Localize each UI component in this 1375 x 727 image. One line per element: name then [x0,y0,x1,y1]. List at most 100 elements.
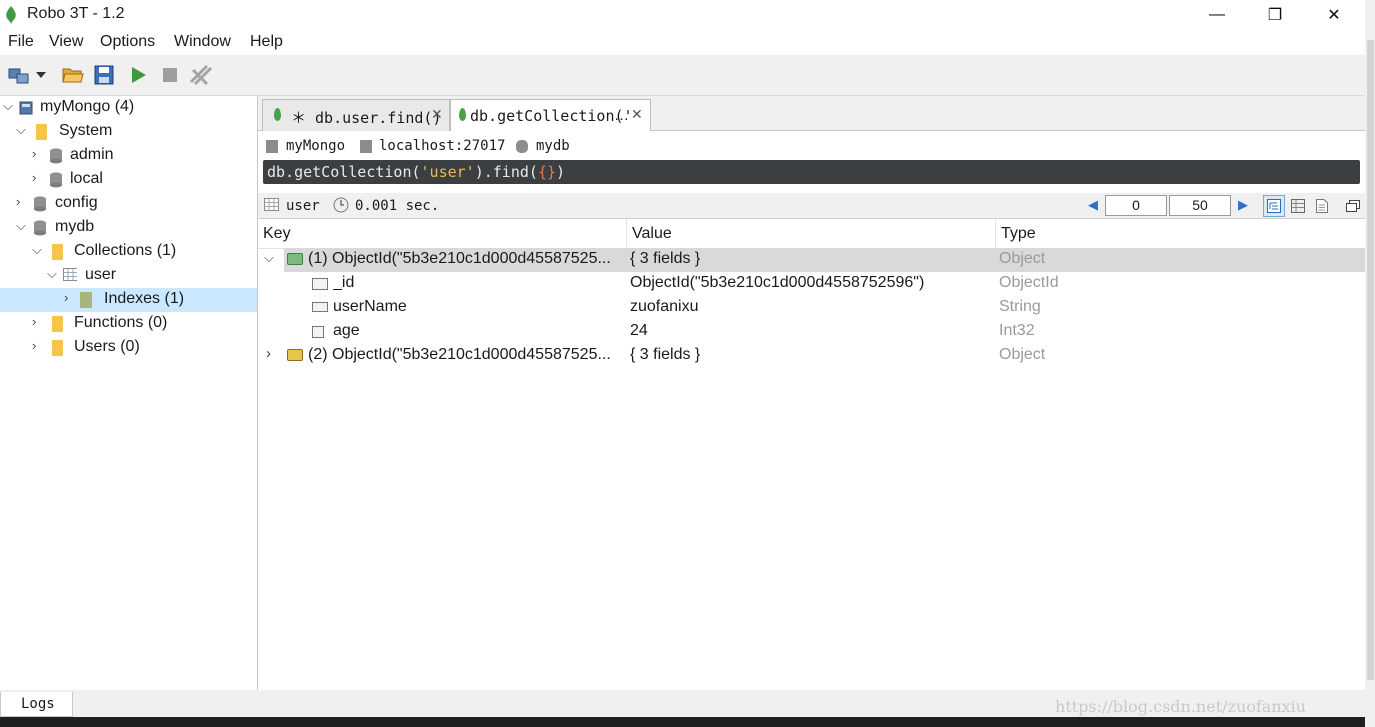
result-tree-table: Key Value Type ⌵ (1) ObjectId("5b3e210c1… [258,219,1365,690]
cell-type: Object [999,250,1046,267]
window-scroll-thumb[interactable] [1367,40,1374,680]
menu-options[interactable]: Options [100,33,155,51]
maximize-results-button[interactable] [1342,195,1364,217]
tab-ellipsis: … [614,107,629,124]
mongodb-leaf-icon [274,108,281,121]
logs-tab[interactable]: Logs [0,692,73,717]
database-icon [50,148,62,164]
menu-file[interactable]: File [8,33,34,51]
explorer-tree: ⌵ myMongo (4) ⌵ System › admin › local ›… [0,96,258,690]
page-prev-icon[interactable]: ◀ [1088,197,1098,213]
chevron-down-icon[interactable]: ⌵ [264,250,274,266]
title-bar: Robo 3T - 1.2 — ❐ ✕ [0,0,1365,30]
tree-item-user[interactable]: ⌵ user [0,264,257,288]
query-mid: ).find( [474,163,538,181]
tree-item-users[interactable]: › Users (0) [0,336,257,360]
open-button[interactable] [61,63,85,87]
cell-key: age [333,322,360,339]
logs-label: Logs [21,696,55,712]
close-icon[interactable]: ✕ [431,106,443,123]
tree-label-user: user [85,266,117,283]
table-view-icon [1291,199,1305,213]
connect-button[interactable] [7,63,31,87]
tab-get-collection[interactable]: db.getCollection(' … ✕ [450,99,651,132]
chevron-right-icon[interactable]: › [16,194,20,209]
folder-icon [52,340,63,356]
tree-item-server[interactable]: ⌵ myMongo (4) [0,96,257,120]
table-header: Key Value Type [258,219,1365,249]
query-collection-string: 'user' [420,163,475,181]
stop-button[interactable] [158,63,182,87]
chevron-down-icon[interactable]: ⌵ [16,122,26,138]
tree-item-local[interactable]: › local [0,168,257,192]
table-row[interactable]: › (2) ObjectId("5b3e210c1d000d45587525..… [258,344,1365,368]
clock-icon [333,197,349,213]
index-folder-icon [80,292,92,308]
skip-input[interactable]: 0 [1105,195,1167,216]
table-row[interactable]: ⌵ (1) ObjectId("5b3e210c1d000d45587525..… [258,248,1365,272]
column-header-type[interactable]: Type [996,219,1365,248]
tree-item-config[interactable]: › config [0,192,257,216]
tree-item-system[interactable]: ⌵ System [0,120,257,144]
query-input[interactable]: db.getCollection('user').find({}) [263,160,1360,184]
database-icon [34,220,46,236]
server-icon [19,101,33,115]
chevron-right-icon[interactable]: › [32,146,36,161]
crumb-host: localhost:27017 [379,138,506,154]
tree-item-collections[interactable]: ⌵ Collections (1) [0,240,257,264]
execute-button[interactable] [127,63,151,87]
page-next-icon[interactable]: ▶ [1238,197,1248,213]
tree-item-indexes[interactable]: › Indexes (1) [0,288,257,312]
cell-type: ObjectId [999,274,1059,291]
tree-item-admin[interactable]: › admin [0,144,257,168]
limit-input[interactable]: 50 [1169,195,1231,216]
tree-view-button[interactable] [1263,195,1285,217]
folder-icon [36,124,47,140]
save-button[interactable] [92,63,116,87]
restore-icon: ❐ [1267,7,1283,24]
tree-label-system: System [59,122,113,139]
cell-key: userName [333,298,407,315]
column-header-key[interactable]: Key [258,219,627,248]
explain-icon [189,64,213,86]
tree-item-mydb[interactable]: ⌵ mydb [0,216,257,240]
objectid-icon [312,278,328,290]
connect-dropdown-button[interactable] [34,63,48,87]
number-icon [312,326,324,338]
cell-type: String [999,298,1041,315]
chevron-down-icon[interactable]: ⌵ [32,242,42,258]
explain-button[interactable] [189,63,213,87]
chevron-down-icon[interactable]: ⌵ [16,218,26,234]
table-row[interactable]: _id ObjectId("5b3e210c1d000d4558752596")… [258,272,1365,296]
menu-window[interactable]: Window [174,33,231,51]
tree-item-functions[interactable]: › Functions (0) [0,312,257,336]
text-view-button[interactable] [1311,195,1333,217]
chevron-down-icon[interactable]: ⌵ [3,98,13,114]
cell-value: { 3 fields } [630,250,701,267]
table-view-button[interactable] [1287,195,1309,217]
tab-user-find[interactable]: ＊ db.user.find() ✕ [262,99,450,131]
query-time: 0.001 sec. [355,198,440,214]
cell-value: 24 [630,322,648,339]
chevron-right-icon[interactable]: › [32,314,36,329]
table-row[interactable]: userName zuofanixu String [258,296,1365,320]
close-icon[interactable]: ✕ [631,106,643,123]
chevron-right-icon[interactable]: › [32,170,36,185]
maximize-button[interactable]: ❐ [1246,0,1304,30]
menu-help[interactable]: Help [250,33,283,51]
chevron-right-icon[interactable]: › [32,338,36,353]
minimize-button[interactable]: — [1188,0,1246,30]
table-row[interactable]: age 24 Int32 [258,320,1365,344]
tree-label-functions: Functions (0) [74,314,168,331]
menu-view[interactable]: View [49,33,83,51]
close-window-button[interactable]: ✕ [1305,0,1363,30]
column-header-value[interactable]: Value [627,219,996,248]
toolbar [0,55,1365,96]
cell-key: (1) ObjectId("5b3e210c1d000d45587525... [308,250,611,267]
cell-type: Object [999,346,1046,363]
chevron-right-icon[interactable]: › [266,345,271,362]
chevron-right-icon[interactable]: › [64,290,68,305]
crumb-db: mydb [536,138,570,154]
folder-icon [52,316,63,332]
chevron-down-icon[interactable]: ⌵ [47,266,57,282]
